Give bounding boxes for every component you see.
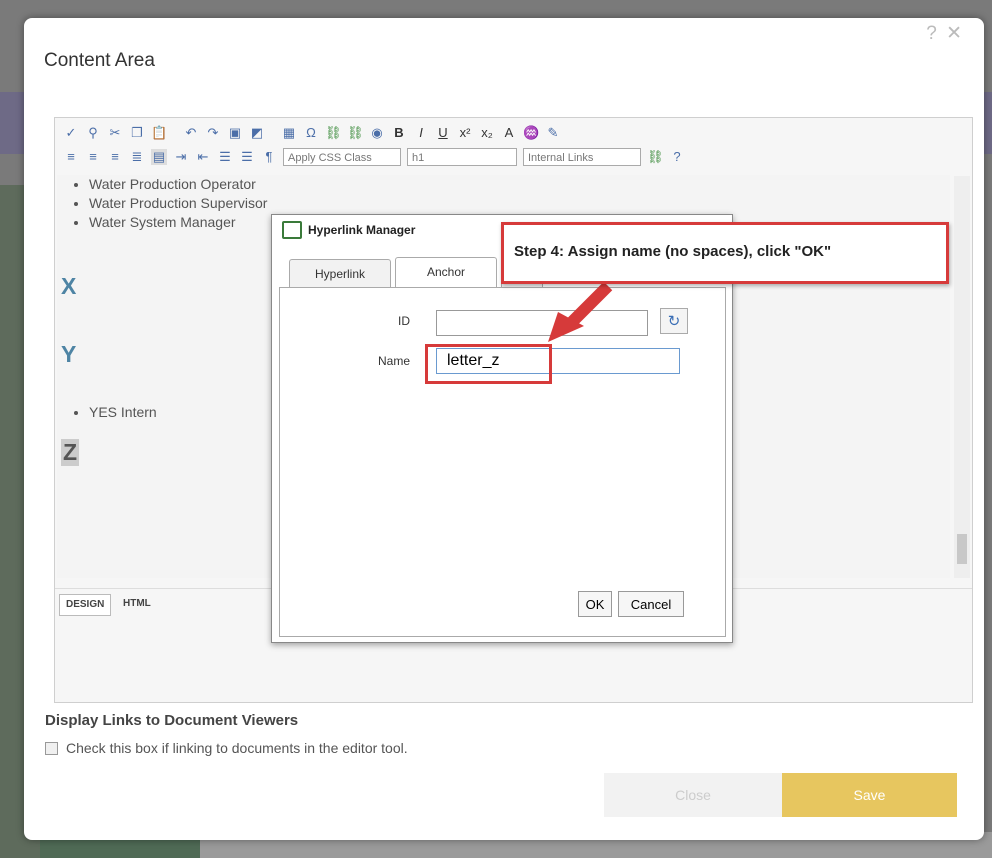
image-manager-icon[interactable]: ▣: [227, 125, 243, 141]
display-links-title: Display Links to Document Viewers: [45, 712, 299, 729]
close-button[interactable]: Close: [604, 773, 782, 817]
media-icon[interactable]: ◉: [369, 125, 385, 141]
find-icon[interactable]: ⚲: [85, 125, 101, 141]
superscript-icon[interactable]: x²: [457, 125, 473, 141]
help-icon[interactable]: ?: [669, 149, 685, 165]
letter-heading-y: Y: [61, 341, 77, 367]
numbered-list-icon[interactable]: ☰: [217, 149, 233, 165]
html-mode-button[interactable]: HTML: [117, 594, 157, 614]
format-stripper-icon[interactable]: ✎: [545, 125, 561, 141]
bold-icon[interactable]: B: [391, 125, 407, 141]
highlight-icon[interactable]: ♒: [523, 125, 539, 141]
image-map-icon[interactable]: ◩: [249, 125, 265, 141]
cut-icon[interactable]: ✂: [107, 125, 123, 141]
refresh-icon: ↻: [667, 313, 681, 330]
tab-anchor[interactable]: Anchor: [395, 257, 497, 288]
modal-title: Content Area: [44, 50, 155, 71]
css-class-select[interactable]: Apply CSS Class: [283, 148, 401, 166]
letter-heading-z: Z: [61, 439, 80, 466]
remove-alignment-icon[interactable]: ▤: [151, 149, 167, 165]
cancel-button[interactable]: Cancel: [618, 591, 684, 617]
help-icon[interactable]: ?: [926, 23, 939, 44]
paragraph-style-select[interactable]: h1: [407, 148, 517, 166]
job-list-y: YES Intern: [57, 403, 157, 422]
underline-icon[interactable]: U: [435, 125, 451, 141]
step-callout-text: Step 4: Assign name (no spaces), click "…: [514, 243, 832, 260]
list-item: Water System Manager: [89, 213, 267, 232]
refresh-id-button[interactable]: ↻: [660, 308, 688, 334]
list-item: Water Production Supervisor: [89, 194, 267, 213]
copy-icon[interactable]: ❐: [129, 125, 145, 141]
link-icon[interactable]: ⛓: [647, 149, 664, 165]
indent-icon[interactable]: ⇥: [173, 149, 189, 165]
outdent-icon[interactable]: ⇤: [195, 149, 211, 165]
ok-button[interactable]: OK: [578, 591, 612, 617]
tab-hyperlink[interactable]: Hyperlink: [289, 259, 391, 288]
list-item: Water Production Operator: [89, 175, 267, 194]
modal-tools: ? ✕: [926, 22, 964, 45]
internal-links-select[interactable]: Internal Links: [523, 148, 641, 166]
list-item: YES Intern: [89, 403, 157, 422]
redo-icon[interactable]: ↷: [205, 125, 221, 141]
align-right-icon[interactable]: ≡: [107, 149, 123, 165]
id-label: ID: [398, 314, 410, 328]
letter-heading-x: X: [61, 273, 77, 299]
undo-icon[interactable]: ↶: [183, 125, 199, 141]
subscript-icon[interactable]: x₂: [479, 125, 495, 141]
italic-icon[interactable]: I: [413, 125, 429, 141]
spellcheck-icon[interactable]: ✓: [63, 125, 79, 141]
dialog-title: Hyperlink Manager: [308, 223, 416, 237]
align-center-icon[interactable]: ≡: [85, 149, 101, 165]
table-icon[interactable]: ▦: [281, 125, 297, 141]
id-input[interactable]: [436, 310, 648, 336]
hyperlink-icon[interactable]: ⛓: [325, 125, 342, 141]
bullet-list-icon[interactable]: ☰: [239, 149, 255, 165]
step-callout: Step 4: Assign name (no spaces), click "…: [501, 222, 949, 284]
remove-link-icon[interactable]: ⛓: [347, 125, 364, 141]
align-left-icon[interactable]: ≡: [63, 149, 79, 165]
anchor-tab-panel: ID ↻ Name OK Cancel: [279, 287, 726, 637]
display-links-checkbox-label: Check this box if linking to documents i…: [66, 740, 408, 756]
design-mode-button[interactable]: DESIGN: [59, 594, 112, 616]
scrollbar-thumb[interactable]: [957, 534, 967, 564]
insert-paragraph-icon[interactable]: ¶: [261, 149, 277, 165]
display-links-checkbox-row: Check this box if linking to documents i…: [45, 740, 408, 756]
dialog-titlebar: Hyperlink Manager: [282, 221, 415, 239]
editor-scrollbar[interactable]: [954, 176, 970, 578]
toolbar-row-2: ≡ ≡ ≡ ≣ ▤ ⇥ ⇤ ☰ ☰ ¶ Apply CSS Class h1 I…: [55, 146, 685, 168]
save-button[interactable]: Save: [782, 773, 957, 817]
name-field-highlight: [425, 344, 552, 384]
dialog-window-icon: [282, 221, 302, 239]
font-color-icon[interactable]: A: [501, 125, 517, 141]
paste-icon[interactable]: 📋: [151, 125, 167, 141]
close-icon[interactable]: ✕: [946, 23, 964, 44]
name-label: Name: [377, 354, 410, 368]
justify-icon[interactable]: ≣: [129, 149, 145, 165]
display-links-checkbox[interactable]: [45, 741, 58, 755]
symbol-icon[interactable]: Ω: [303, 125, 319, 141]
job-list-w: Water Production Operator Water Producti…: [57, 175, 267, 232]
toolbar-row-1: ✓ ⚲ ✂ ❐ 📋 ↶ ↷ ▣ ◩ ▦ Ω ⛓ ⛓ ◉ B I U x² x₂ …: [55, 122, 561, 144]
